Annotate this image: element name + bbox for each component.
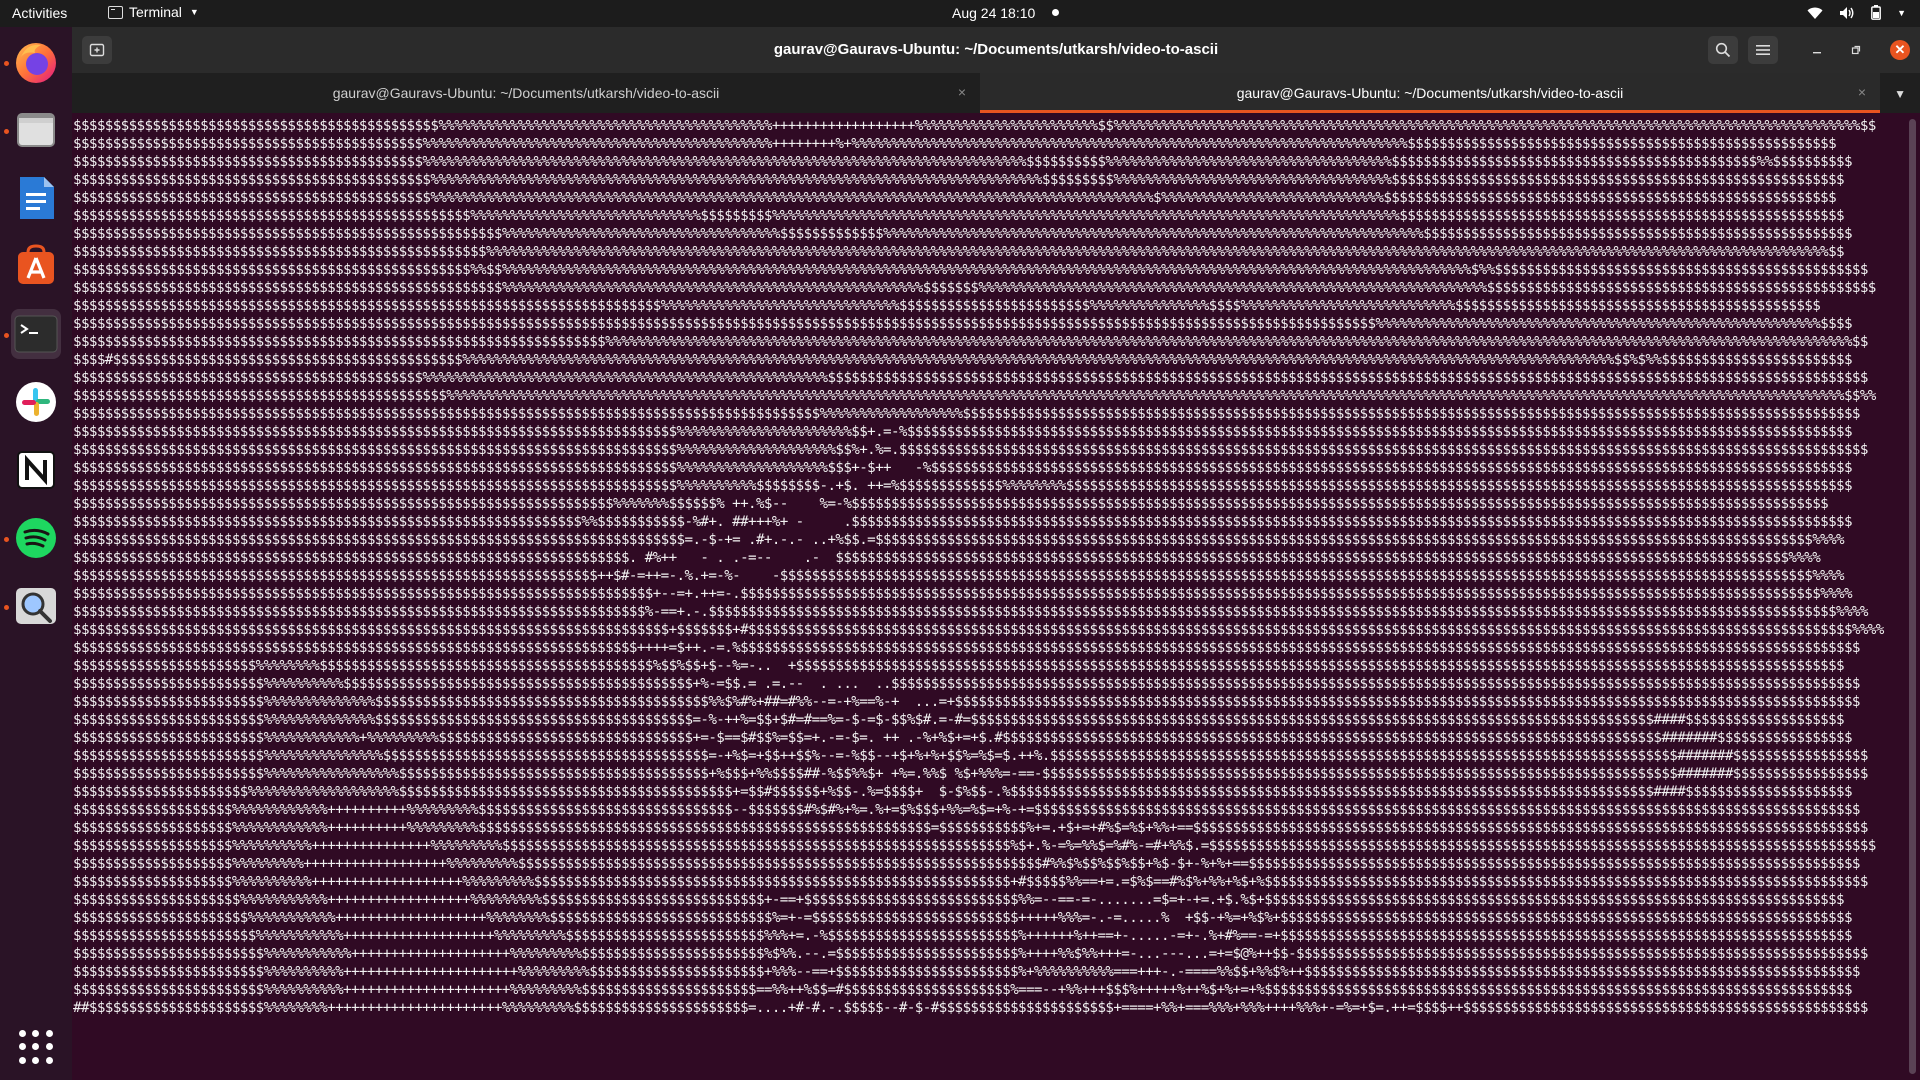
dock-notion[interactable] xyxy=(11,445,61,495)
system-menu[interactable]: ▼ xyxy=(1807,5,1906,20)
dock-terminal[interactable] xyxy=(11,309,61,359)
slack-icon xyxy=(16,382,56,422)
tab-label: gaurav@Gauravs-Ubuntu: ~/Documents/utkar… xyxy=(332,85,720,101)
battery-icon xyxy=(1871,5,1881,20)
close-button[interactable]: ✕ xyxy=(1890,40,1910,60)
dock-writer[interactable] xyxy=(11,173,61,223)
notion-icon xyxy=(17,451,55,489)
dock-screenshot[interactable] xyxy=(11,581,61,631)
running-indicator xyxy=(4,333,9,338)
terminal-icon xyxy=(14,315,58,353)
running-indicator xyxy=(4,537,9,542)
minimize-button[interactable] xyxy=(1807,40,1827,60)
files-icon xyxy=(17,113,55,147)
search-button[interactable] xyxy=(1708,36,1738,64)
tab-label: gaurav@Gauravs-Ubuntu: ~/Documents/utkar… xyxy=(1236,85,1624,101)
menu-button[interactable] xyxy=(1748,36,1778,64)
wifi-icon xyxy=(1807,6,1823,20)
dock-software[interactable] xyxy=(11,241,61,291)
caret-down-icon: ▼ xyxy=(189,7,199,17)
running-indicator xyxy=(4,129,9,134)
dock-spotify[interactable] xyxy=(11,513,61,563)
header-bar: gaurav@Gauravs-Ubuntu: ~/Documents/utkar… xyxy=(72,27,1920,73)
software-icon xyxy=(18,244,54,284)
tab-bar: gaurav@Gauravs-Ubuntu: ~/Documents/utkar… xyxy=(72,73,1920,113)
clock[interactable]: Aug 24 18:10 xyxy=(952,5,1035,21)
dock-slack[interactable] xyxy=(11,377,61,427)
tab-1[interactable]: gaurav@Gauravs-Ubuntu: ~/Documents/utkar… xyxy=(72,73,980,113)
firefox-icon xyxy=(16,43,56,83)
app-menu[interactable]: Terminal ▼ xyxy=(108,4,199,20)
activities-button[interactable]: Activities xyxy=(12,5,67,21)
ascii-art-output: $$$$$$$$$$$$$$$$$$$$$$$$$$$$$$$$$$$$$$$$… xyxy=(73,118,1884,1016)
tab-close-icon[interactable]: × xyxy=(958,84,966,100)
hamburger-icon xyxy=(1756,45,1770,55)
close-icon: ✕ xyxy=(1894,42,1906,57)
maximize-button[interactable] xyxy=(1846,40,1866,60)
notification-dot-icon xyxy=(1052,9,1059,16)
terminal-output[interactable]: $$$$$$$$$$$$$$$$$$$$$$$$$$$$$$$$$$$$$$$$… xyxy=(72,117,1908,1080)
restore-icon xyxy=(1851,45,1861,55)
app-menu-label: Terminal xyxy=(129,4,182,20)
dock-files[interactable] xyxy=(11,105,61,155)
dock-firefox[interactable] xyxy=(11,37,61,87)
search-icon xyxy=(1715,42,1731,58)
minimize-icon xyxy=(1813,52,1821,54)
terminal-window: gaurav@Gauravs-Ubuntu: ~/Documents/utkar… xyxy=(72,27,1920,1080)
running-indicator xyxy=(4,605,9,610)
scrollbar[interactable] xyxy=(1909,119,1916,1074)
dock xyxy=(0,27,72,1080)
tab-2[interactable]: gaurav@Gauravs-Ubuntu: ~/Documents/utkar… xyxy=(980,73,1880,113)
show-apps-icon[interactable] xyxy=(19,1030,53,1064)
spotify-icon xyxy=(16,518,56,558)
volume-icon xyxy=(1839,6,1855,20)
magnifier-icon xyxy=(16,588,56,624)
top-bar: Activities Terminal ▼ Aug 24 18:10 ▼ xyxy=(0,0,1920,27)
writer-icon xyxy=(20,177,54,219)
window-title: gaurav@Gauravs-Ubuntu: ~/Documents/utkar… xyxy=(773,41,1219,58)
terminal-app-icon xyxy=(108,5,123,19)
chevron-down-icon: ▼ xyxy=(1897,7,1906,18)
tab-close-icon[interactable]: × xyxy=(1858,84,1866,100)
running-indicator xyxy=(4,61,9,66)
tab-list-dropdown-icon[interactable]: ▼ xyxy=(1894,87,1906,101)
